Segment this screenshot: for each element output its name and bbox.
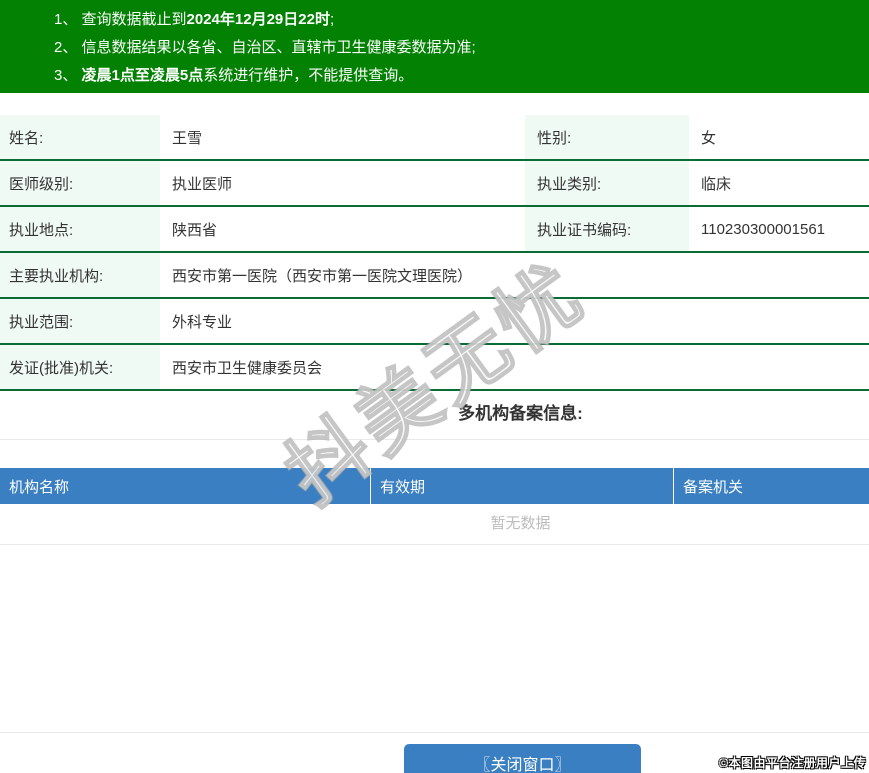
spacer-mid (0, 440, 869, 468)
notice-bold-segment: 凌晨1点至凌晨5点 (81, 67, 204, 84)
section-title: 多机构备案信息: (458, 404, 583, 423)
field-label: 性别: (525, 115, 689, 159)
notice-text-segment: ; (329, 11, 335, 28)
table-row: 主要执业机构: 西安市第一医院（西安市第一医院文理医院） (0, 253, 869, 299)
notice-text-segment: 1、 查询数据截止到 (54, 11, 187, 28)
table-row: 执业地点: 陕西省 执业证书编码: 110230300001561 (0, 207, 869, 253)
field-value: 西安市第一医院（西安市第一医院文理医院） (160, 253, 869, 297)
table-row: 执业范围: 外科专业 (0, 299, 869, 345)
field-label: 主要执业机构: (0, 253, 160, 297)
field-value: 临床 (689, 161, 869, 205)
footer: 〖关闭窗口〗 ©本图由平台注册用户上传 (0, 733, 869, 773)
field-label: 执业地点: (0, 207, 160, 251)
field-value: 110230300001561 (689, 207, 869, 251)
spacer-top (0, 93, 869, 115)
close-window-button[interactable]: 〖关闭窗口〗 (404, 744, 641, 773)
records-column-header: 有效期 (370, 468, 673, 504)
records-table-header: 机构名称 有效期 备案机关 (0, 468, 869, 504)
field-value: 陕西省 (160, 207, 525, 251)
notice-line-3: 3、 凌晨1点至凌晨5点系统进行维护，不能提供查询。 (54, 62, 859, 90)
field-value: 王雪 (160, 115, 525, 159)
notice-bold-segment: 2024年12月29日22时 (186, 11, 330, 28)
field-value: 西安市卫生健康委员会 (160, 345, 869, 389)
notice-line-2: 2、 信息数据结果以各省、自治区、直辖市卫生健康委数据为准; (54, 34, 859, 62)
field-value: 外科专业 (160, 299, 869, 343)
notice-text-segment: 系统进行维护，不能提供查询。 (203, 67, 414, 84)
table-row: 姓名: 王雪 性别: 女 (0, 115, 869, 161)
field-value: 执业医师 (160, 161, 525, 205)
table-row: 医师级别: 执业医师 执业类别: 临床 (0, 161, 869, 207)
field-label: 执业范围: (0, 299, 160, 343)
table-row: 发证(批准)机关: 西安市卫生健康委员会 (0, 345, 869, 391)
field-label: 发证(批准)机关: (0, 345, 160, 389)
notice-text-segment: 2、 信息数据结果以各省、自治区、直辖市卫生健康委数据为准; (54, 39, 476, 56)
notice-line-1: 1、 查询数据截止到2024年12月29日22时; (54, 6, 859, 34)
copyright-watermark-text: ©本图由平台注册用户上传 (719, 756, 866, 770)
field-label: 执业证书编码: (525, 207, 689, 251)
field-label: 医师级别: (0, 161, 160, 205)
field-label: 姓名: (0, 115, 160, 159)
spacer-bottom (0, 545, 869, 733)
records-empty-row: 暂无数据 (0, 504, 869, 545)
notice-text-segment: 3、 (54, 67, 82, 84)
field-value: 女 (689, 115, 869, 159)
info-table: 姓名: 王雪 性别: 女医师级别: 执业医师 执业类别: 临床 执业地点: 陕西省 执业证书编码:… (0, 115, 869, 391)
section-title-row: 多机构备案信息: (0, 391, 869, 440)
field-label: 执业类别: (525, 161, 689, 205)
records-column-header: 机构名称 (9, 478, 70, 496)
notice-banner: 1、 查询数据截止到2024年12月29日22时; 2、 信息数据结果以各省、自治… (0, 0, 869, 93)
records-column-header: 备案机关 (673, 468, 869, 504)
notice-list: 1、 查询数据截止到2024年12月29日22时; 2、 信息数据结果以各省、自治… (54, 6, 859, 90)
